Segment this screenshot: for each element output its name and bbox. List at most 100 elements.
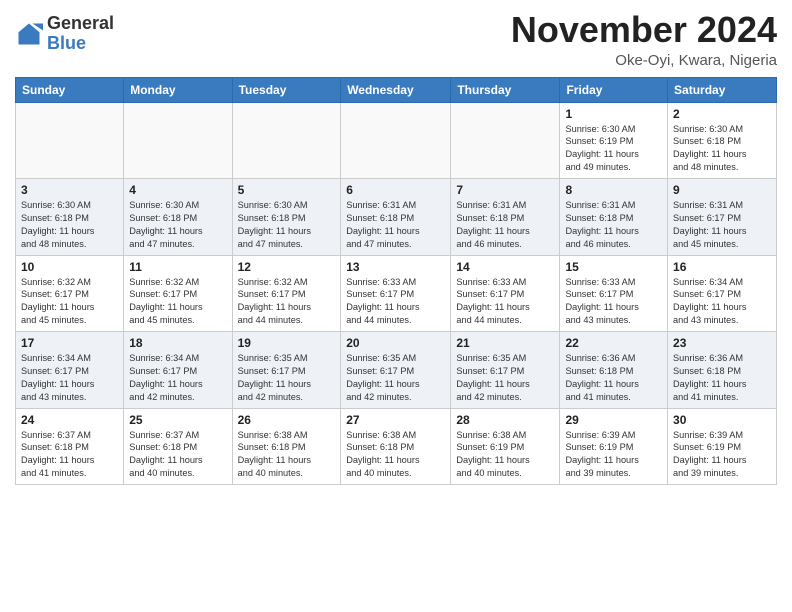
day-number: 19 [238,336,336,350]
day-number: 21 [456,336,554,350]
day-info: Sunrise: 6:32 AM Sunset: 6:17 PM Dayligh… [21,276,118,328]
calendar-cell: 3Sunrise: 6:30 AM Sunset: 6:18 PM Daylig… [16,179,124,256]
day-number: 13 [346,260,445,274]
calendar-cell: 5 Sunrise: 6:30 AM Sunset: 6:18 PM Daylig… [232,179,341,256]
day-info: Sunrise: 6:33 AM Sunset: 6:17 PM Dayligh… [456,276,554,328]
day-number: 27 [346,413,445,427]
day-number: 1 [565,107,662,121]
weekday-header-row: SundayMondayTuesdayWednesdayThursdayFrid… [16,77,777,102]
calendar-cell: 4 Sunrise: 6:30 AM Sunset: 6:18 PM Daylig… [124,179,232,256]
day-number: 2 [673,107,771,121]
day-number: 4 [129,183,226,197]
day-info: Sunrise: 6:32 AM Sunset: 6:17 PM Dayligh… [238,276,336,328]
calendar-cell: 12Sunrise: 6:32 AM Sunset: 6:17 PM Dayli… [232,255,341,332]
day-number: 14 [456,260,554,274]
weekday-header-saturday: Saturday [668,77,777,102]
calendar-cell: 27 Sunrise: 6:38 AM Sunset: 6:18 PM Dayli… [341,408,451,485]
day-number: 9 [673,183,771,197]
logo: General Blue [15,14,114,54]
day-number: 23 [673,336,771,350]
day-info: Sunrise: 6:37 AM Sunset: 6:18 PM Dayligh… [129,429,226,481]
calendar-cell: 13Sunrise: 6:33 AM Sunset: 6:17 PM Dayli… [341,255,451,332]
week-row-2: 3Sunrise: 6:30 AM Sunset: 6:18 PM Daylig… [16,179,777,256]
calendar: SundayMondayTuesdayWednesdayThursdayFrid… [15,77,777,486]
logo-general: General [47,13,114,33]
day-number: 26 [238,413,336,427]
day-info: Sunrise: 6:36 AM Sunset: 6:18 PM Dayligh… [565,352,662,404]
calendar-cell: 19 Sunrise: 6:35 AM Sunset: 6:17 PM Dayli… [232,332,341,409]
day-info: Sunrise: 6:31 AM Sunset: 6:17 PM Dayligh… [673,199,771,251]
calendar-cell [232,102,341,179]
weekday-header-monday: Monday [124,77,232,102]
day-info: Sunrise: 6:35 AM Sunset: 6:17 PM Dayligh… [346,352,445,404]
day-number: 22 [565,336,662,350]
location: Oke-Oyi, Kwara, Nigeria [511,52,777,69]
day-info: Sunrise: 6:31 AM Sunset: 6:18 PM Dayligh… [456,199,554,251]
day-info: Sunrise: 6:36 AM Sunset: 6:18 PM Dayligh… [673,352,771,404]
calendar-cell [16,102,124,179]
logo-text: General Blue [47,14,114,54]
day-info: Sunrise: 6:30 AM Sunset: 6:19 PM Dayligh… [565,123,662,175]
calendar-cell: 26 Sunrise: 6:38 AM Sunset: 6:18 PM Dayli… [232,408,341,485]
day-info: Sunrise: 6:31 AM Sunset: 6:18 PM Dayligh… [346,199,445,251]
calendar-cell: 8Sunrise: 6:31 AM Sunset: 6:18 PM Daylig… [560,179,668,256]
day-number: 25 [129,413,226,427]
calendar-cell: 17 Sunrise: 6:34 AM Sunset: 6:17 PM Dayli… [16,332,124,409]
calendar-cell: 18 Sunrise: 6:34 AM Sunset: 6:17 PM Dayli… [124,332,232,409]
weekday-header-thursday: Thursday [451,77,560,102]
day-number: 28 [456,413,554,427]
calendar-cell: 15Sunrise: 6:33 AM Sunset: 6:17 PM Dayli… [560,255,668,332]
weekday-header-tuesday: Tuesday [232,77,341,102]
calendar-cell: 6 Sunrise: 6:31 AM Sunset: 6:18 PM Daylig… [341,179,451,256]
page: General Blue November 2024 Oke-Oyi, Kwar… [0,0,792,500]
day-number: 16 [673,260,771,274]
day-number: 29 [565,413,662,427]
calendar-cell: 24 Sunrise: 6:37 AM Sunset: 6:18 PM Dayli… [16,408,124,485]
day-number: 18 [129,336,226,350]
calendar-cell: 22 Sunrise: 6:36 AM Sunset: 6:18 PM Dayli… [560,332,668,409]
calendar-cell: 20 Sunrise: 6:35 AM Sunset: 6:17 PM Dayli… [341,332,451,409]
calendar-cell: 1 Sunrise: 6:30 AM Sunset: 6:19 PM Daylig… [560,102,668,179]
day-info: Sunrise: 6:35 AM Sunset: 6:17 PM Dayligh… [238,352,336,404]
day-info: Sunrise: 6:35 AM Sunset: 6:17 PM Dayligh… [456,352,554,404]
day-number: 5 [238,183,336,197]
calendar-cell: 21 Sunrise: 6:35 AM Sunset: 6:17 PM Dayli… [451,332,560,409]
day-info: Sunrise: 6:39 AM Sunset: 6:19 PM Dayligh… [673,429,771,481]
day-info: Sunrise: 6:34 AM Sunset: 6:17 PM Dayligh… [21,352,118,404]
calendar-cell: 29Sunrise: 6:39 AM Sunset: 6:19 PM Dayli… [560,408,668,485]
calendar-cell: 25 Sunrise: 6:37 AM Sunset: 6:18 PM Dayli… [124,408,232,485]
logo-icon [15,20,43,48]
week-row-1: 1 Sunrise: 6:30 AM Sunset: 6:19 PM Daylig… [16,102,777,179]
calendar-cell [451,102,560,179]
calendar-cell [341,102,451,179]
day-number: 10 [21,260,118,274]
calendar-cell: 2 Sunrise: 6:30 AM Sunset: 6:18 PM Daylig… [668,102,777,179]
day-info: Sunrise: 6:30 AM Sunset: 6:18 PM Dayligh… [238,199,336,251]
day-number: 17 [21,336,118,350]
calendar-cell: 9 Sunrise: 6:31 AM Sunset: 6:17 PM Daylig… [668,179,777,256]
day-number: 24 [21,413,118,427]
calendar-cell: 14 Sunrise: 6:33 AM Sunset: 6:17 PM Dayli… [451,255,560,332]
calendar-cell: 23 Sunrise: 6:36 AM Sunset: 6:18 PM Dayli… [668,332,777,409]
day-number: 11 [129,260,226,274]
calendar-cell: 30Sunrise: 6:39 AM Sunset: 6:19 PM Dayli… [668,408,777,485]
day-number: 6 [346,183,445,197]
day-number: 20 [346,336,445,350]
calendar-cell: 16Sunrise: 6:34 AM Sunset: 6:17 PM Dayli… [668,255,777,332]
day-info: Sunrise: 6:30 AM Sunset: 6:18 PM Dayligh… [129,199,226,251]
logo-blue: Blue [47,33,86,53]
calendar-cell: 11 Sunrise: 6:32 AM Sunset: 6:17 PM Dayli… [124,255,232,332]
day-info: Sunrise: 6:32 AM Sunset: 6:17 PM Dayligh… [129,276,226,328]
week-row-3: 10 Sunrise: 6:32 AM Sunset: 6:17 PM Dayli… [16,255,777,332]
weekday-header-sunday: Sunday [16,77,124,102]
calendar-cell: 7Sunrise: 6:31 AM Sunset: 6:18 PM Daylig… [451,179,560,256]
day-info: Sunrise: 6:34 AM Sunset: 6:17 PM Dayligh… [129,352,226,404]
day-info: Sunrise: 6:38 AM Sunset: 6:19 PM Dayligh… [456,429,554,481]
day-info: Sunrise: 6:38 AM Sunset: 6:18 PM Dayligh… [346,429,445,481]
day-number: 15 [565,260,662,274]
day-number: 8 [565,183,662,197]
day-info: Sunrise: 6:37 AM Sunset: 6:18 PM Dayligh… [21,429,118,481]
day-info: Sunrise: 6:38 AM Sunset: 6:18 PM Dayligh… [238,429,336,481]
day-info: Sunrise: 6:30 AM Sunset: 6:18 PM Dayligh… [673,123,771,175]
calendar-cell [124,102,232,179]
